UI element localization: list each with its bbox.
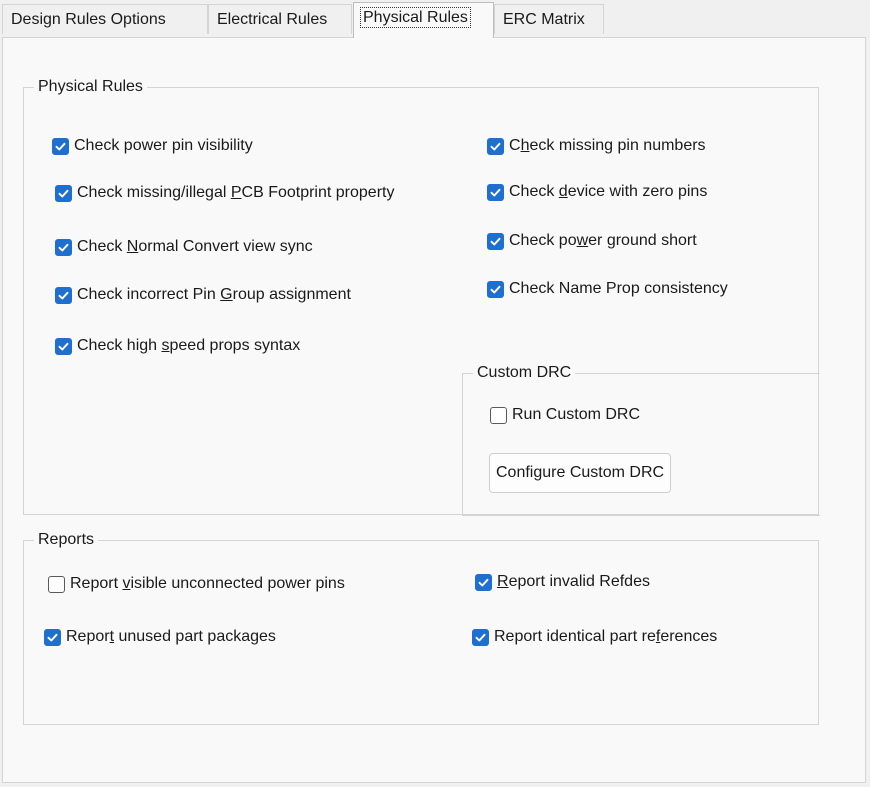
- label-post: unused part packages: [114, 628, 276, 645]
- checkbox-label: Report invalid Refdes: [497, 572, 650, 592]
- checkbox-label: Check high speed props syntax: [77, 336, 300, 356]
- label-post: evice with zero pins: [567, 183, 708, 200]
- label-u: s: [161, 337, 170, 354]
- tab-bar: Design Rules Options Electrical Rules Ph…: [0, 0, 870, 38]
- check-incorrect-pin-group[interactable]: Check incorrect Pin Group assignment: [55, 285, 351, 305]
- custom-drc-title: Custom DRC: [473, 362, 576, 384]
- tab-panel: Physical Rules Check power pin visibilit…: [2, 37, 866, 783]
- label-pre: Check high: [77, 337, 162, 354]
- configure-custom-drc-button[interactable]: Configure Custom DRC: [489, 453, 672, 493]
- checkmark-icon: [487, 280, 504, 298]
- physical-rules-group: Physical Rules Check power pin visibilit…: [23, 76, 820, 516]
- tab-erc-matrix[interactable]: ERC Matrix: [494, 4, 604, 34]
- label-u: G: [220, 286, 233, 303]
- check-power-pin-visibility[interactable]: Check power pin visibility: [52, 136, 253, 156]
- label-pre: Check power pin visibility: [74, 137, 253, 154]
- label-pre: Report identical part re: [494, 628, 656, 645]
- tab-label: Physical Rules: [360, 7, 471, 28]
- checkbox-label: Check Name Prop consistency: [509, 279, 728, 299]
- label-pre: Report: [70, 575, 123, 592]
- check-device-zero-pins[interactable]: Check device with zero pins: [487, 182, 707, 202]
- label-u: R: [497, 573, 509, 590]
- checkmark-icon: [487, 232, 504, 250]
- checkmark-icon: [475, 573, 492, 591]
- checkmark-icon: [487, 183, 504, 201]
- label-post: isible unconnected power pins: [130, 575, 345, 592]
- checkbox-label: Report unused part packages: [66, 627, 276, 647]
- check-power-ground-short[interactable]: Check power ground short: [487, 231, 697, 251]
- check-normal-convert-view-sync[interactable]: Check Normal Convert view sync: [55, 237, 313, 257]
- label-post: peed props syntax: [169, 337, 301, 354]
- checkmark-icon: [487, 137, 504, 155]
- tab-label: ERC Matrix: [503, 11, 585, 28]
- checkmark-icon: [55, 238, 72, 256]
- custom-drc-group: Custom DRC Run Custom DRC Configure Cust…: [462, 362, 820, 516]
- label-pre: C: [509, 137, 521, 154]
- tab-electrical-rules[interactable]: Electrical Rules: [208, 4, 352, 34]
- label-post: er ground short: [588, 232, 697, 249]
- report-invalid-refdes[interactable]: Report invalid Refdes: [475, 572, 650, 592]
- reports-title: Reports: [34, 529, 99, 551]
- label-u: d: [558, 183, 568, 200]
- label-pre: Check incorrect Pin: [77, 286, 221, 303]
- label-post: eck missing pin numbers: [529, 137, 706, 154]
- checkbox-label: Check Normal Convert view sync: [77, 237, 313, 257]
- checkbox-label: Report identical part references: [494, 627, 717, 647]
- run-custom-drc-label: Run Custom DRC: [512, 406, 641, 423]
- label-post: CB Footprint property: [241, 184, 395, 201]
- label-u: P: [230, 184, 242, 201]
- reports-group: Reports Report visible unconnected power…: [23, 529, 819, 725]
- checkbox-label: Check power ground short: [509, 231, 697, 251]
- tab-physical-rules[interactable]: Physical Rules: [353, 2, 494, 38]
- checkmark-icon: [52, 137, 69, 155]
- label-post: eport invalid Refdes: [508, 573, 650, 590]
- check-missing-pin-numbers[interactable]: Check missing pin numbers: [487, 136, 706, 156]
- label-u: N: [126, 238, 139, 255]
- report-identical-part-references[interactable]: Report identical part references: [472, 627, 717, 647]
- label-pre: Check missing/illegal: [77, 184, 231, 201]
- label-pre: Check: [509, 183, 559, 200]
- report-unused-part-packages[interactable]: Report unused part packages: [44, 627, 276, 647]
- checkmark-icon: [55, 337, 72, 355]
- label-pre: Check Name Prop consistency: [509, 280, 728, 297]
- tab-label: Design Rules Options: [11, 11, 166, 28]
- label-pre: Repor: [66, 628, 110, 645]
- check-high-speed-props[interactable]: Check high speed props syntax: [55, 336, 300, 356]
- check-name-prop-consistency[interactable]: Check Name Prop consistency: [487, 279, 728, 299]
- tab-design-rules-options[interactable]: Design Rules Options: [2, 4, 208, 34]
- checkbox-label: Check device with zero pins: [509, 182, 707, 202]
- checkbox-label: Check missing pin numbers: [509, 136, 706, 156]
- checkmark-icon: [55, 286, 72, 304]
- label-post: erences: [660, 628, 718, 645]
- checkbox-label: Check missing/illegal PCB Footprint prop…: [77, 183, 465, 203]
- report-visible-unconnected-power-pins[interactable]: Report visible unconnected power pins: [48, 574, 345, 594]
- checkbox-label: Report visible unconnected power pins: [70, 574, 345, 594]
- physical-rules-title: Physical Rules: [34, 76, 147, 98]
- label-post: ormal Convert view sync: [138, 238, 313, 255]
- checkmark-icon: [55, 184, 72, 202]
- checkbox-box: [48, 575, 65, 593]
- label-u: w: [576, 232, 589, 249]
- tab-label: Electrical Rules: [217, 11, 328, 28]
- label-post: roup assignment: [232, 286, 351, 303]
- checkbox-box: [490, 406, 507, 424]
- check-missing-pcb-footprint[interactable]: Check missing/illegal PCB Footprint prop…: [55, 183, 465, 203]
- checkbox-label: Check power pin visibility: [74, 136, 253, 156]
- run-custom-drc-checkbox[interactable]: Run Custom DRC: [490, 405, 640, 425]
- checkmark-icon: [44, 628, 61, 646]
- label-pre: Check po: [509, 232, 577, 249]
- label-pre: Check: [77, 238, 127, 255]
- checkmark-icon: [472, 628, 489, 646]
- checkbox-label: Check incorrect Pin Group assignment: [77, 285, 351, 305]
